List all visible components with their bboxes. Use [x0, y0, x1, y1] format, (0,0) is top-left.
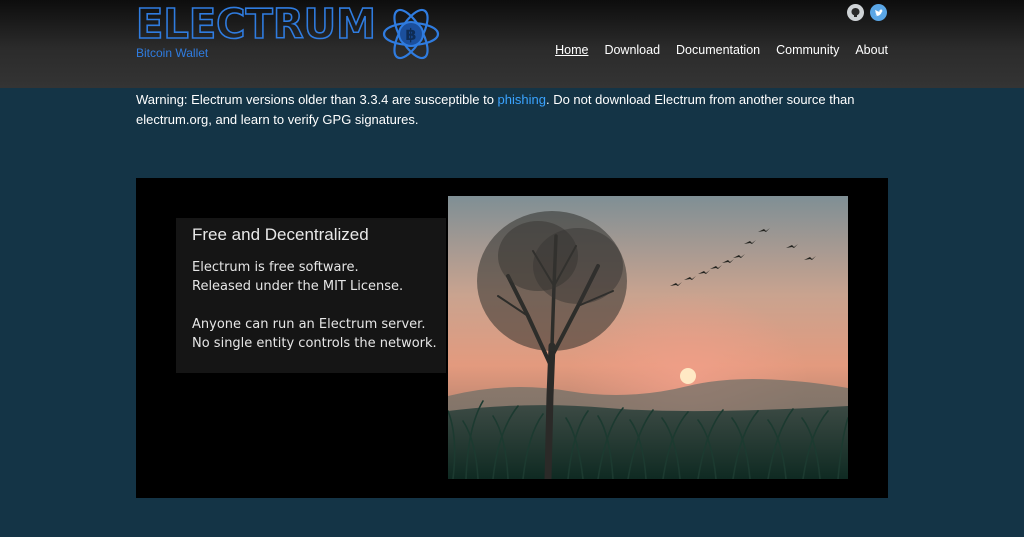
phishing-link[interactable]: phishing	[498, 92, 546, 107]
twitter-icon[interactable]	[870, 4, 887, 21]
logo-wordmark-text: ELECTRUM	[136, 4, 376, 44]
nav-home[interactable]: Home	[555, 43, 588, 57]
phishing-warning: Warning: Electrum versions older than 3.…	[136, 88, 876, 130]
feature-title: Free and Decentralized	[192, 225, 369, 244]
feature-line: Released under the MIT License.	[192, 279, 404, 294]
nav-about[interactable]: About	[855, 43, 888, 57]
electrum-logo[interactable]: ELECTRUM	[136, 4, 378, 44]
logo-tagline: Bitcoin Wallet	[136, 46, 209, 60]
feature-line: No single entity controls the network.	[192, 336, 437, 351]
site-header: ELECTRUM Bitcoin Wallet ฿ Home Download …	[0, 0, 1024, 88]
warning-text-before: Warning: Electrum versions older than 3.…	[136, 92, 498, 107]
feature-line: Anyone can run an Electrum server.	[192, 317, 426, 332]
nav-community[interactable]: Community	[776, 43, 839, 57]
feature-line-spacer	[192, 296, 437, 315]
feature-description: Electrum is free software. Released unde…	[192, 258, 437, 353]
feature-panel: Free and Decentralized Electrum is free …	[176, 218, 446, 373]
bitcoin-atom-icon: ฿	[382, 8, 440, 60]
nav-documentation[interactable]: Documentation	[676, 43, 760, 57]
feature-line: Electrum is free software.	[192, 260, 359, 275]
svg-text:฿: ฿	[405, 25, 416, 44]
sunset-tree-image	[448, 196, 848, 479]
nav-download[interactable]: Download	[604, 43, 660, 57]
main-nav: Home Download Documentation Community Ab…	[555, 43, 888, 57]
feature-showcase: Free and Decentralized Electrum is free …	[136, 178, 888, 498]
github-icon[interactable]	[847, 4, 864, 21]
